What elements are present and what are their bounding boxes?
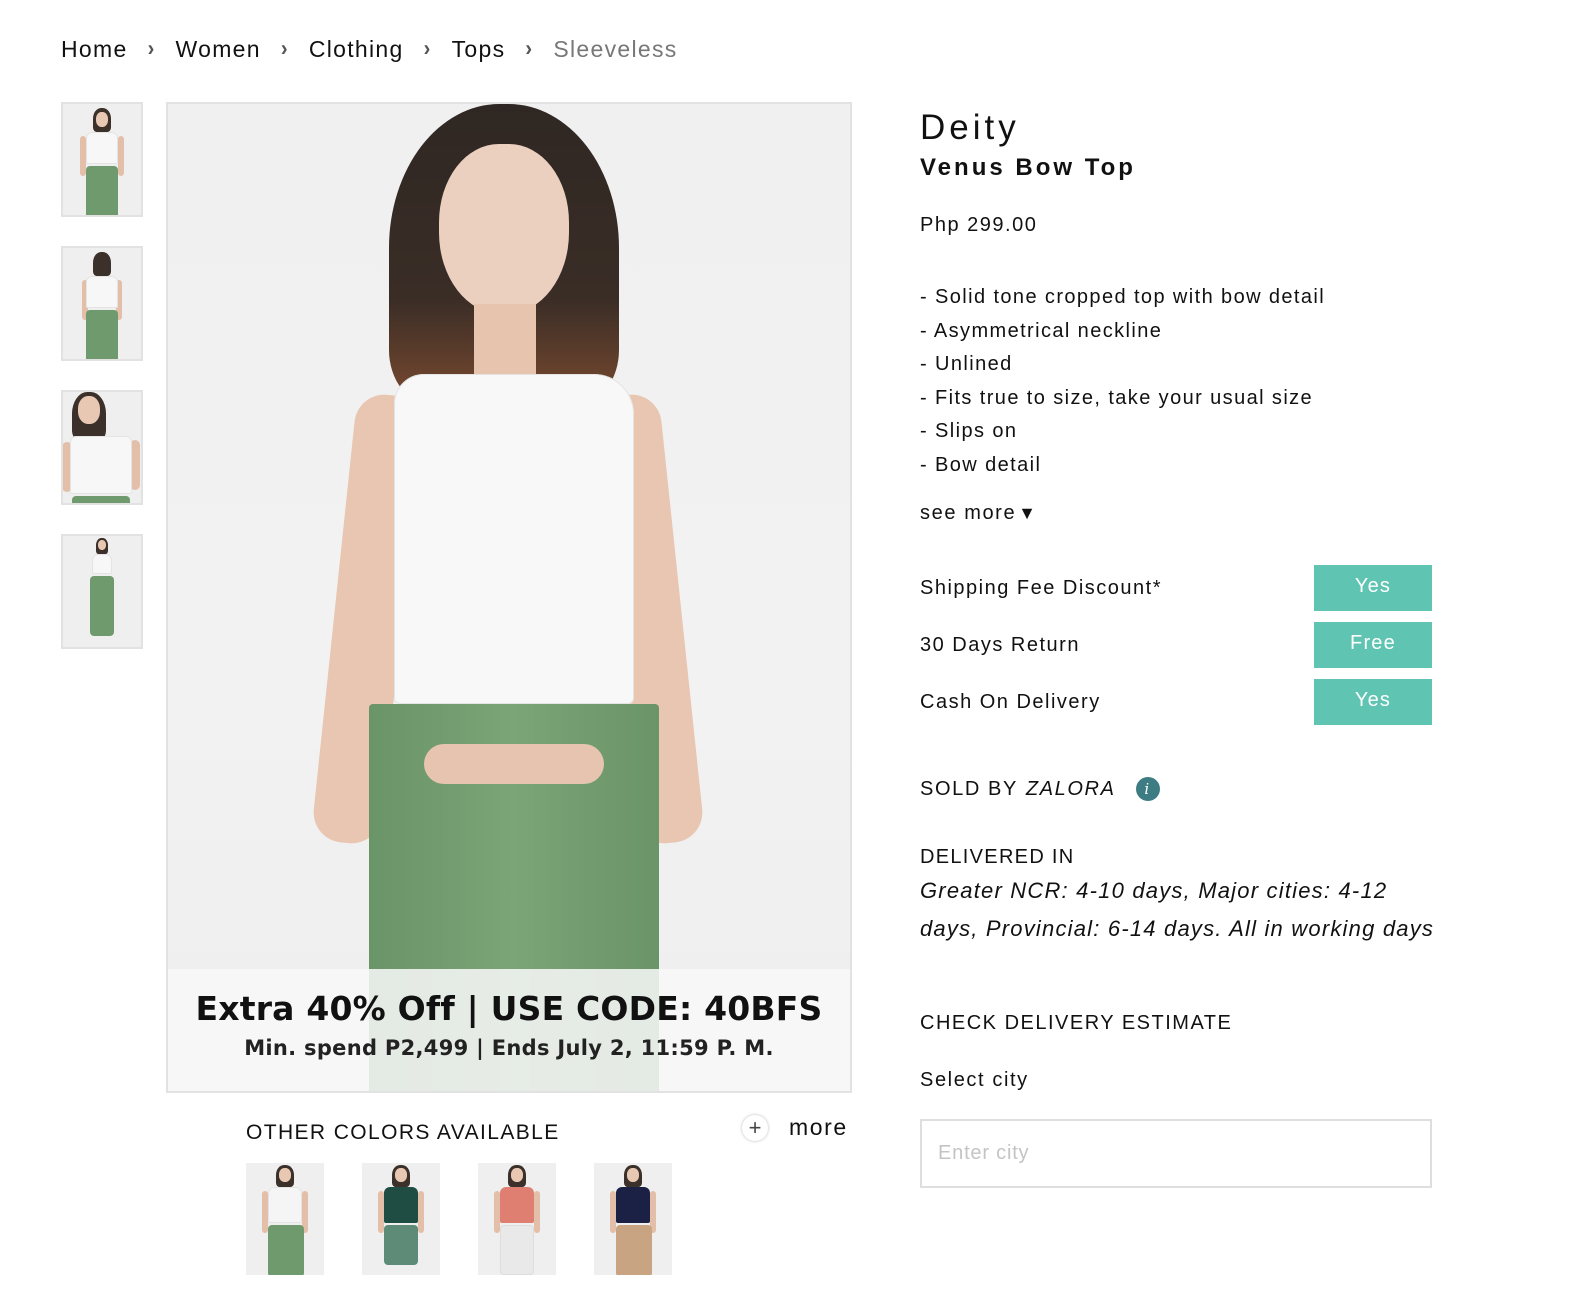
delivery-times: Greater NCR: 4-10 days, Major cities: 4-…: [920, 878, 1435, 941]
product-thumbnail-image: [72, 252, 132, 359]
product-thumbnail-image: [77, 538, 127, 647]
promo-title: Extra 40% Off | USE CODE: 40BFS: [195, 989, 823, 1028]
color-option-image: [482, 1165, 552, 1275]
color-option-white[interactable]: [246, 1163, 324, 1275]
description-line: - Unlined: [920, 353, 1013, 375]
chevron-right-icon: ›: [280, 36, 289, 62]
description-line: - Fits true to size, take your usual siz…: [920, 386, 1314, 409]
breadcrumb-women[interactable]: Women: [176, 36, 261, 63]
color-option-image: [366, 1165, 436, 1275]
breadcrumb-tops[interactable]: Tops: [452, 36, 506, 63]
thumbnail-fulllength[interactable]: [61, 534, 143, 649]
perk-label: Shipping Fee Discount*: [920, 576, 1163, 599]
product-name: Venus Bow Top: [920, 154, 1136, 181]
product-thumbnail-image: [72, 108, 132, 215]
perk-badge: Free: [1314, 622, 1432, 668]
perks-list: Shipping Fee Discount* Yes 30 Days Retur…: [920, 565, 1440, 725]
perk-label: Cash On Delivery: [920, 690, 1101, 713]
chevron-right-icon: ›: [525, 36, 534, 62]
other-colors-title: OTHER COLORS AVAILABLE: [246, 1121, 560, 1144]
caret-down-icon: ▼: [1018, 503, 1038, 523]
product-price: Php 299.00: [920, 214, 1038, 236]
sold-by-label: SOLD BY: [920, 777, 1018, 800]
color-option-image: [250, 1165, 320, 1275]
thumbnail-list: [61, 102, 143, 678]
chevron-right-icon: ›: [423, 36, 432, 62]
color-option-pink[interactable]: [478, 1163, 556, 1275]
city-input[interactable]: [920, 1119, 1432, 1188]
plus-circle-icon: +: [742, 1114, 768, 1141]
breadcrumb-home[interactable]: Home: [61, 36, 128, 63]
select-city-label: Select city: [920, 1069, 1029, 1091]
perk-badge: Yes: [1314, 679, 1432, 725]
description-line: - Solid tone cropped top with bow detail: [920, 286, 1326, 308]
more-colors-button[interactable]: + more: [742, 1114, 848, 1141]
check-delivery-title: CHECK DELIVERY ESTIMATE: [920, 1012, 1233, 1034]
info-icon[interactable]: i: [1135, 777, 1160, 801]
see-more-button[interactable]: see more ▼: [920, 502, 1038, 525]
more-colors-label: more: [789, 1114, 848, 1140]
see-more-label: see more: [920, 502, 1017, 524]
breadcrumb: Home › Women › Clothing › Tops › Sleevel…: [61, 36, 678, 63]
description-line: - Bow detail: [920, 453, 1042, 476]
color-swatch-list: [246, 1163, 710, 1275]
brand-name[interactable]: Deity: [920, 108, 1440, 148]
delivered-in-title: DELIVERED IN: [920, 846, 1075, 868]
thumbnail-closeup[interactable]: [61, 390, 143, 505]
seller-name: ZALORA: [1025, 777, 1116, 800]
perk-cod: Cash On Delivery Yes: [920, 679, 1432, 725]
promo-banner: Extra 40% Off | USE CODE: 40BFS Min. spe…: [168, 969, 850, 1091]
chevron-right-icon: ›: [147, 36, 156, 62]
perk-label: 30 Days Return: [920, 633, 1080, 656]
thumbnail-front[interactable]: [61, 102, 143, 217]
perk-return: 30 Days Return Free: [920, 622, 1432, 668]
product-info: Deity Venus Bow Top Php 299.00 - Solid t…: [920, 102, 1440, 1188]
breadcrumb-current: Sleeveless: [553, 36, 678, 62]
description-line: - Slips on: [920, 420, 1018, 442]
description-line: - Asymmetrical neckline: [920, 319, 1163, 342]
sold-by: SOLD BY ZALORA i: [920, 777, 1440, 801]
main-product-image[interactable]: Extra 40% Off | USE CODE: 40BFS Min. spe…: [166, 102, 852, 1093]
product-photo: [249, 104, 769, 1091]
promo-subtitle: Min. spend P2,499 | Ends July 2, 11:59 P…: [244, 1036, 774, 1060]
perk-badge: Yes: [1314, 565, 1432, 611]
color-option-image: [598, 1165, 668, 1275]
product-description: - Solid tone cropped top with bow detail…: [920, 281, 1440, 482]
color-option-navy[interactable]: [594, 1163, 672, 1275]
color-option-green[interactable]: [362, 1163, 440, 1275]
perk-shipping-discount: Shipping Fee Discount* Yes: [920, 565, 1432, 611]
thumbnail-back[interactable]: [61, 246, 143, 361]
product-thumbnail-image: [63, 392, 141, 503]
breadcrumb-clothing[interactable]: Clothing: [309, 36, 404, 63]
